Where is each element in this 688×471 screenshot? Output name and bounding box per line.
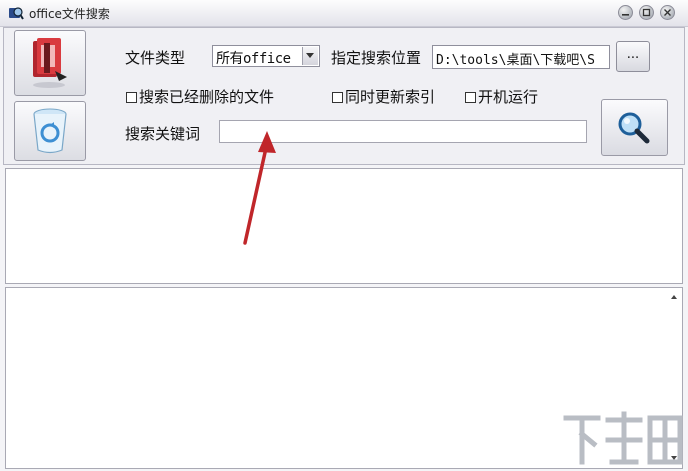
search-icon (618, 112, 650, 144)
search-location-input[interactable]: D:\tools\桌面\下载吧\S (432, 45, 610, 69)
dropdown-arrow[interactable] (302, 47, 318, 65)
results-list[interactable] (5, 168, 683, 284)
file-type-select[interactable]: 所有office (212, 45, 320, 67)
office-files-button[interactable] (14, 30, 86, 96)
minimize-button[interactable] (618, 5, 633, 20)
update-index-label: 同时更新索引 (345, 88, 436, 106)
search-location-label: 指定搜索位置 (331, 49, 422, 67)
search-deleted-label: 搜索已经删除的文件 (139, 88, 275, 106)
title-bar: office文件搜索 (0, 0, 688, 27)
checkbox-box[interactable] (126, 92, 137, 103)
window-title: office文件搜索 (29, 7, 110, 21)
keyword-label: 搜索关键词 (125, 125, 201, 143)
checkbox-box[interactable] (465, 92, 476, 103)
download-site-watermark (563, 411, 683, 465)
file-type-value: 所有office (216, 51, 291, 67)
close-icon (664, 9, 671, 16)
update-index-checkbox[interactable]: 同时更新索引 (332, 86, 435, 107)
keyword-input[interactable] (219, 120, 587, 143)
maximize-icon (642, 8, 651, 17)
search-button[interactable] (601, 99, 668, 156)
search-deleted-checkbox[interactable]: 搜索已经删除的文件 (126, 86, 274, 107)
close-button[interactable] (660, 5, 675, 20)
scroll-up-arrow[interactable] (671, 295, 677, 299)
recycle-bin-button[interactable] (14, 101, 86, 161)
maximize-button[interactable] (639, 5, 654, 20)
magnifier-app-icon (9, 7, 24, 20)
browse-button[interactable]: ... (616, 41, 650, 72)
checkbox-box[interactable] (332, 92, 343, 103)
run-on-startup-checkbox[interactable]: 开机运行 (465, 86, 538, 107)
office-files-icon (33, 38, 67, 88)
file-type-label: 文件类型 (125, 49, 186, 67)
chevron-down-icon (306, 53, 314, 58)
recycle-bin-icon (33, 108, 67, 154)
run-on-startup-label: 开机运行 (478, 88, 539, 106)
minimize-icon (622, 14, 629, 16)
